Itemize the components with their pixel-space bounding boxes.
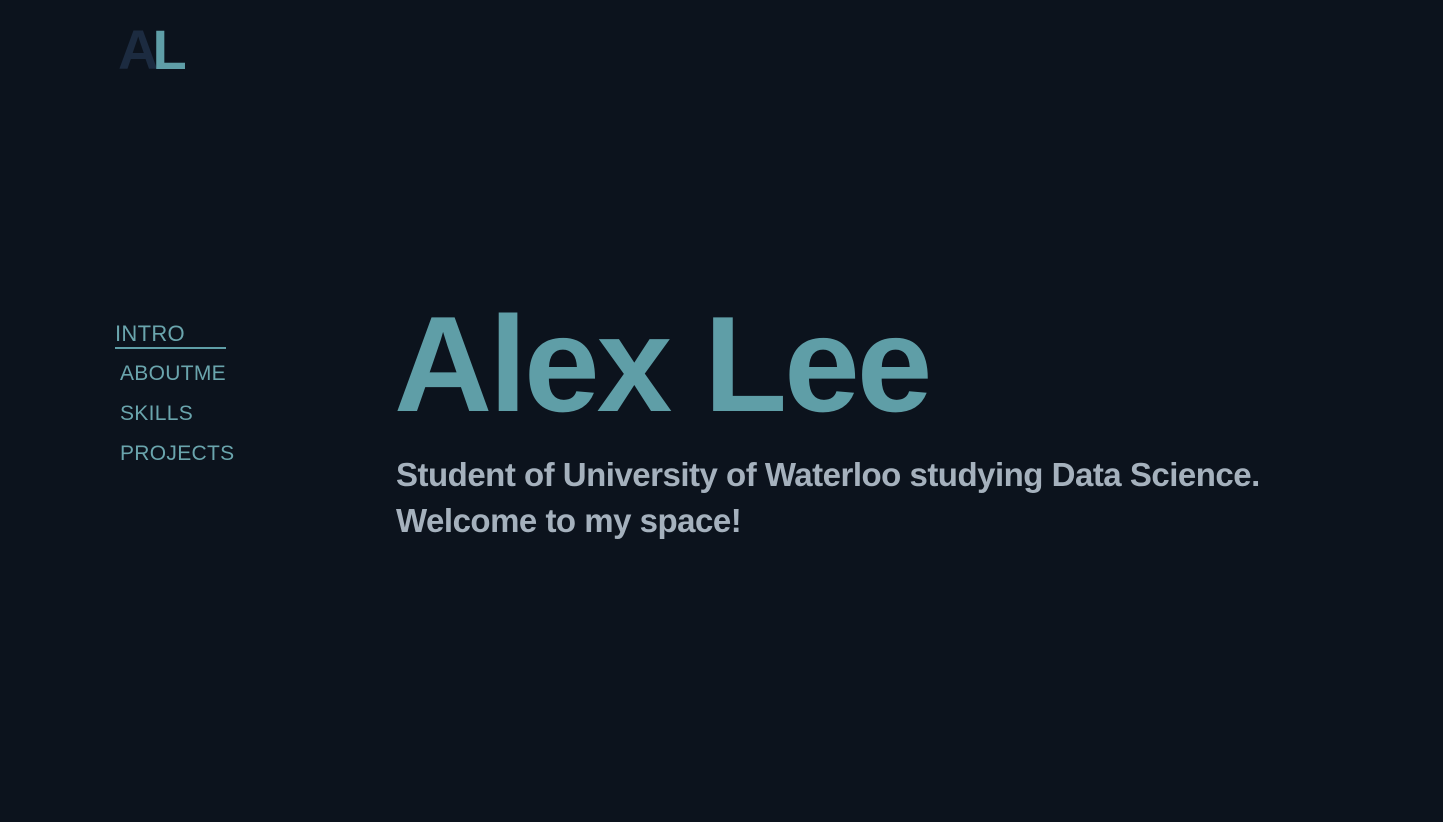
site-logo[interactable]: AL [118, 22, 187, 78]
hero-section: Alex Lee Student of University of Waterl… [394, 296, 1394, 544]
nav-item-projects[interactable]: PROJECTS [115, 440, 315, 480]
nav-item-skills[interactable]: SKILLS [115, 400, 315, 440]
nav-item-label: SKILLS [120, 402, 194, 425]
nav-item-label: ABOUTME [120, 362, 226, 385]
page: AL INTRO ABOUTME SKILLS PROJECTS Alex Le… [0, 0, 1443, 822]
hero-subtitle-line-1: Student of University of Waterloo studyi… [396, 456, 1260, 493]
nav-item-label: PROJECTS [120, 442, 235, 465]
logo-letter-l: L [152, 18, 186, 81]
nav-item-aboutme[interactable]: ABOUTME [115, 360, 315, 400]
logo-letter-a: A [118, 18, 159, 81]
hero-subtitle: Student of University of Waterloo studyi… [396, 452, 1394, 544]
hero-subtitle-line-2: Welcome to my space! [396, 502, 742, 539]
nav-item-label: INTRO [115, 321, 226, 349]
nav-item-intro[interactable]: INTRO [115, 320, 315, 360]
side-navigation: INTRO ABOUTME SKILLS PROJECTS [115, 320, 315, 480]
hero-name: Alex Lee [394, 288, 932, 440]
